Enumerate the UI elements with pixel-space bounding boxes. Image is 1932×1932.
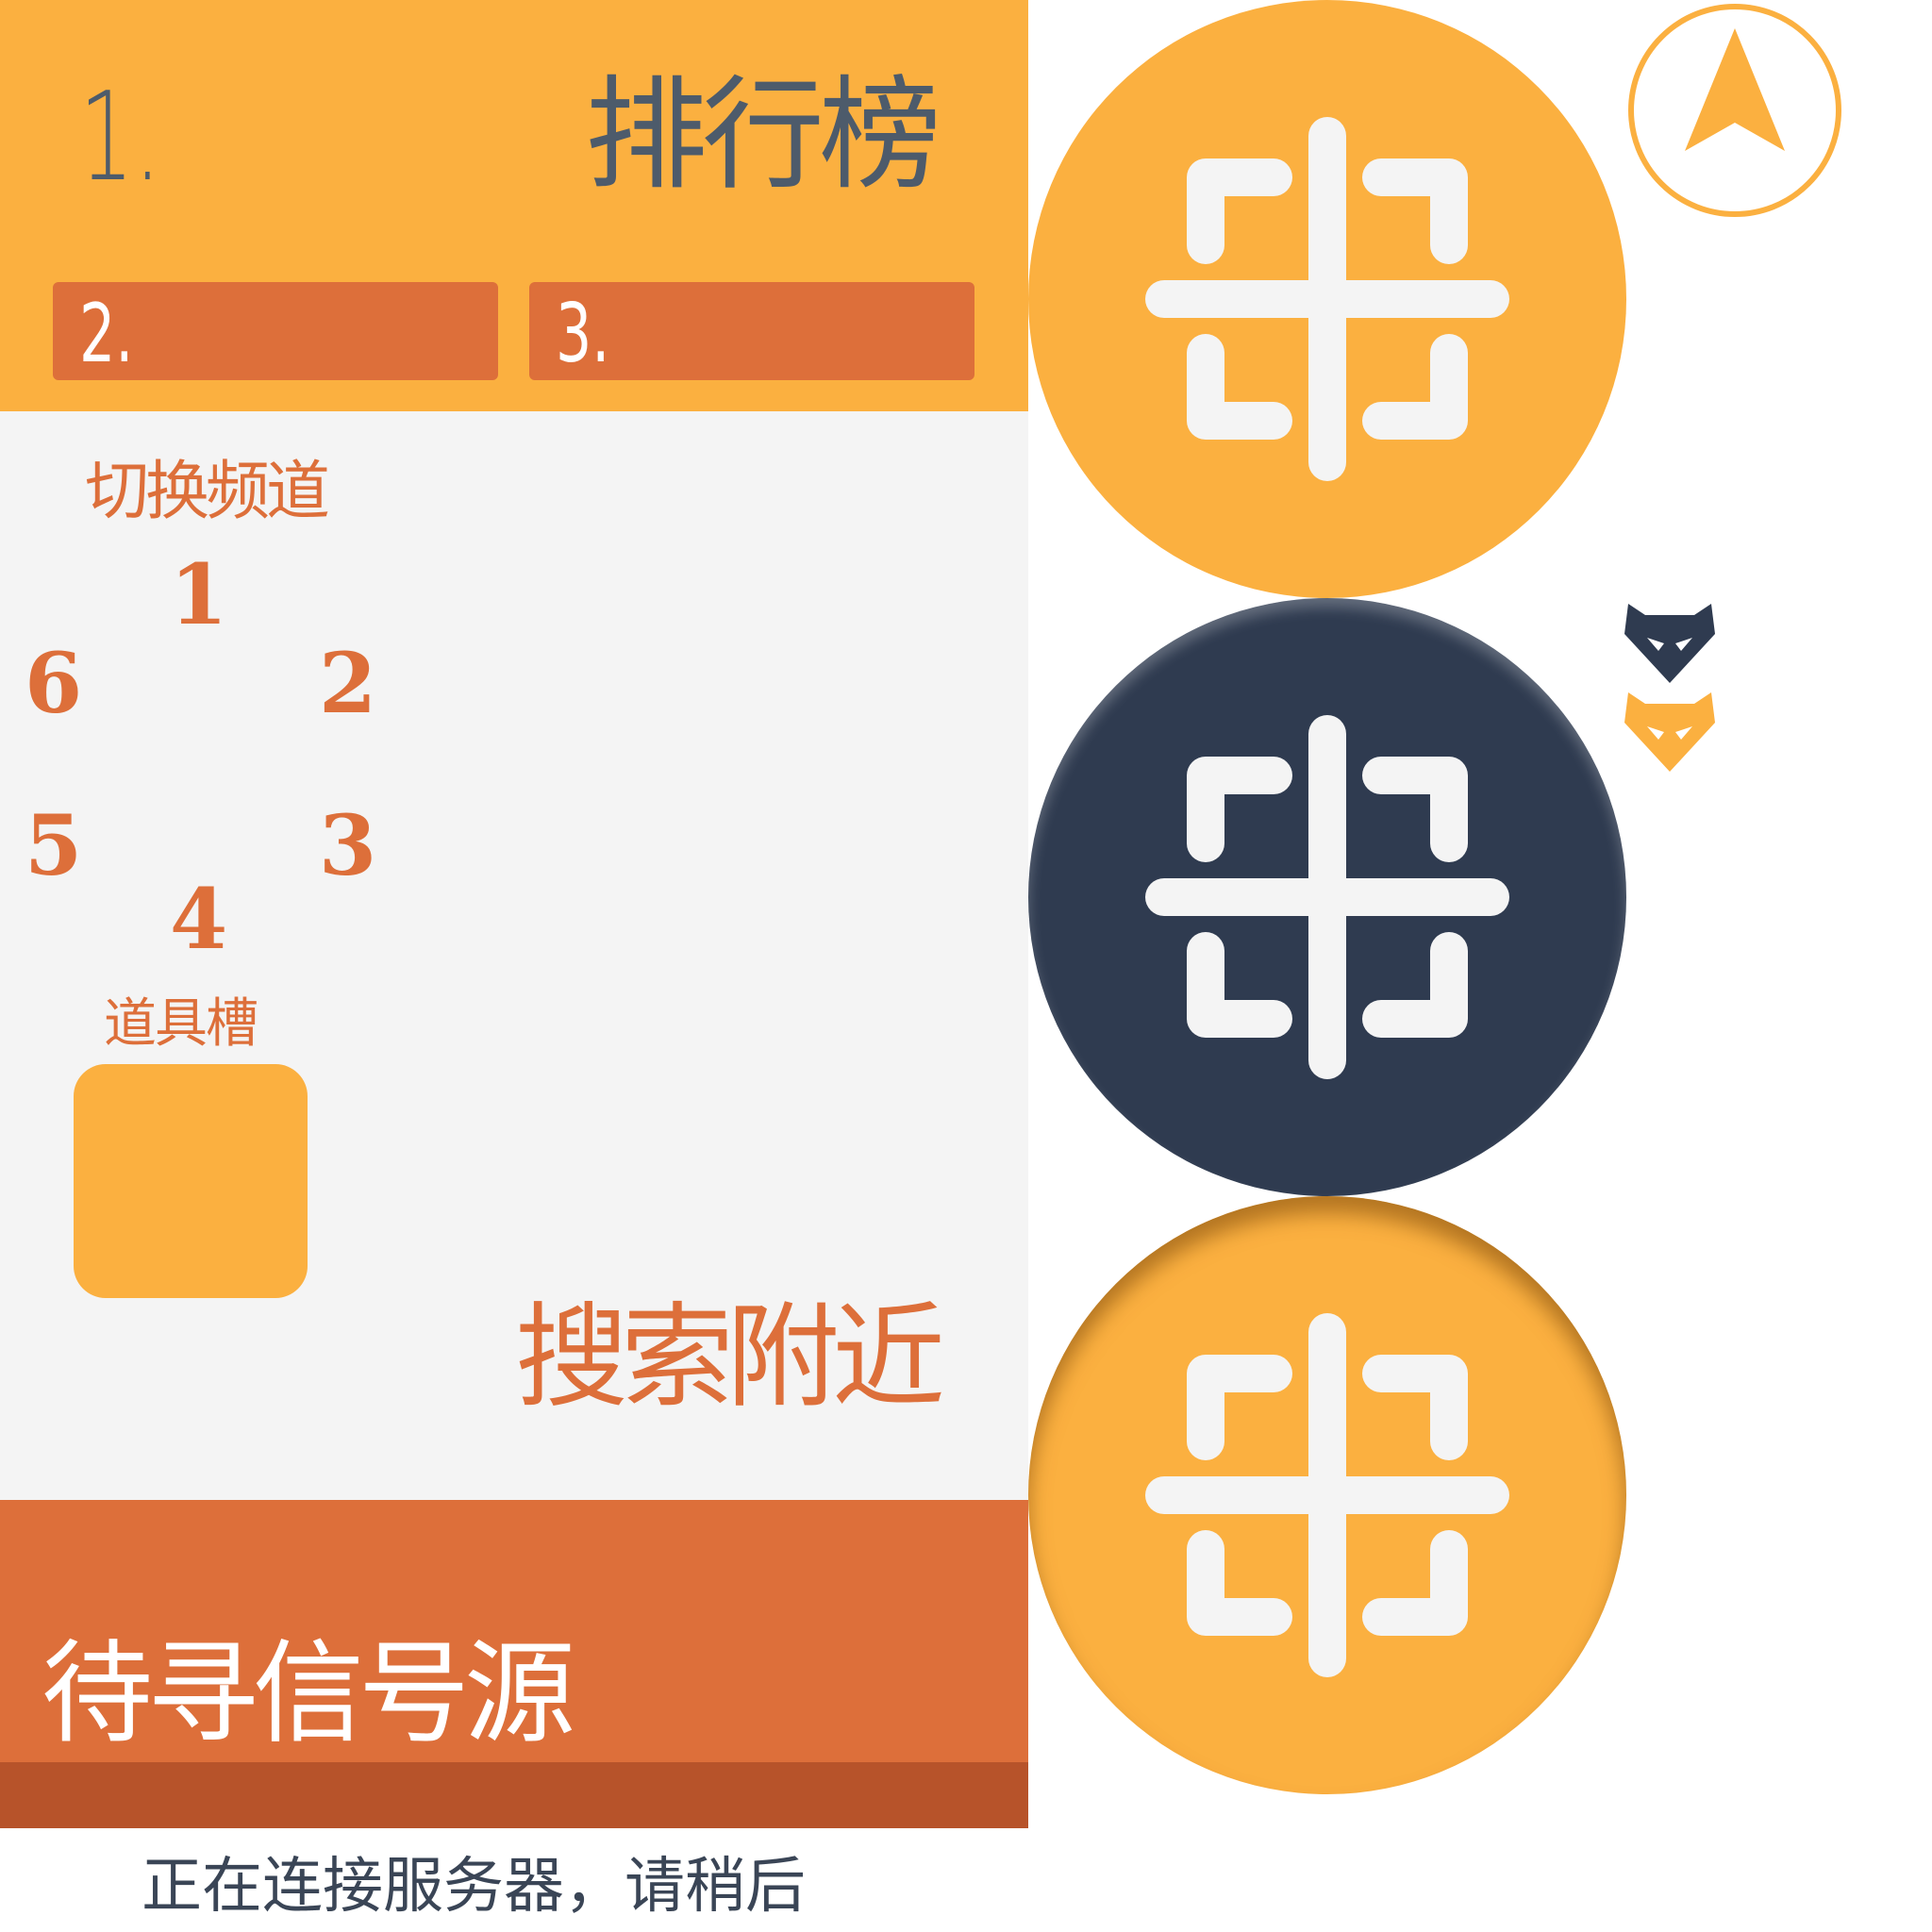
channel-2-button[interactable]: 2 [319, 641, 376, 724]
scan-button-pressed[interactable] [1028, 1196, 1626, 1794]
controls-panel: 切换频道 1 2 3 4 5 6 道具槽 搜索附近 [0, 411, 1028, 1500]
leaderboard-title: 排行榜 [585, 63, 941, 207]
signal-status-bar: 待寻信号源 [0, 1500, 1028, 1764]
channel-3-button[interactable]: 3 [319, 804, 376, 887]
signal-status-text: 待寻信号源 [42, 1628, 575, 1758]
navigation-arrow-icon[interactable] [1624, 0, 1845, 221]
item-slot-title: 道具槽 [104, 993, 258, 1055]
crosshair-icon [1145, 715, 1509, 1079]
connection-status-text: 正在连接服务器，请稍后 [142, 1852, 806, 1922]
crosshair-icon [1145, 117, 1509, 481]
fox-marker-icon [1624, 604, 1715, 683]
channel-1-button[interactable]: 1 [170, 553, 227, 636]
rank-2-label: 2. [79, 287, 134, 381]
channel-6-button[interactable]: 6 [25, 641, 82, 724]
rank-2-bar: 2. [53, 282, 498, 380]
status-strip [0, 1762, 1028, 1828]
crosshair-icon [1145, 1313, 1509, 1677]
channel-5-button[interactable]: 5 [25, 804, 82, 887]
search-nearby-button[interactable]: 搜索附近 [515, 1302, 945, 1415]
rank-1-label: 1. [79, 65, 161, 208]
scan-button-normal[interactable] [1028, 0, 1626, 598]
leaderboard-panel: 1. 排行榜 2. 3. [0, 0, 1028, 411]
rank-3-label: 3. [556, 287, 610, 381]
fox-marker-icon [1624, 692, 1715, 772]
channel-switch-title: 切换频道 [85, 455, 330, 529]
item-slot[interactable] [74, 1064, 308, 1298]
scan-button-highlighted[interactable] [1028, 598, 1626, 1196]
rank-3-bar: 3. [529, 282, 974, 380]
channel-4-button[interactable]: 4 [170, 877, 227, 960]
